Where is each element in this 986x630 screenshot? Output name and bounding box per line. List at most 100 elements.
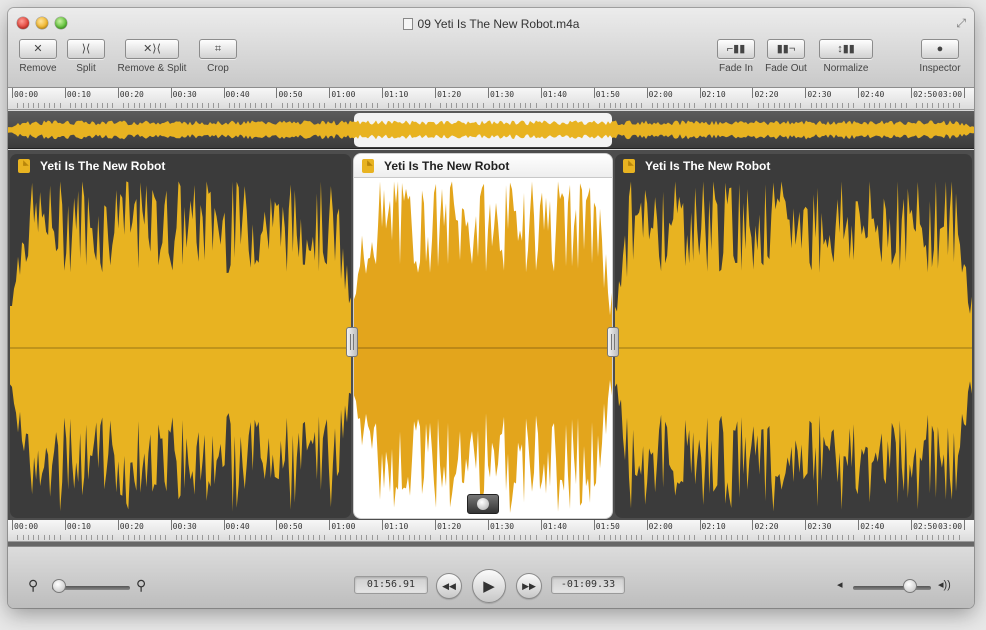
ruler-minor-tick: [472, 103, 474, 108]
volume-slider-track[interactable]: [853, 586, 931, 590]
ruler-minor-tick: [207, 103, 209, 108]
ruler-minor-tick: [339, 103, 341, 108]
overview-waveform-graphic: [8, 113, 974, 147]
ruler-minor-tick: [128, 535, 130, 540]
zoom-slider-thumb[interactable]: [52, 579, 66, 593]
ruler-minor-tick: [493, 103, 495, 108]
ruler-minor-tick: [366, 103, 368, 108]
normalize-button[interactable]: ↕▮▮: [819, 39, 873, 59]
ruler-minor-tick: [440, 535, 442, 540]
ruler-minor-tick: [683, 103, 685, 108]
clip-boundary-handle-right[interactable]: [607, 327, 619, 357]
ruler-major-tick: [170, 88, 172, 98]
ruler-minor-tick: [398, 103, 400, 108]
track-area: Yeti Is The New Robot Yeti Is The New Ro…: [8, 150, 974, 520]
remove-label: Remove: [19, 63, 57, 74]
ruler-minor-tick: [715, 535, 717, 540]
ruler-minor-tick: [900, 535, 902, 540]
zoom-out-icon[interactable]: ⚲: [28, 577, 38, 594]
ruler-minor-tick: [313, 535, 315, 540]
ruler-minor-tick: [228, 103, 230, 108]
ruler-minor-tick: [731, 535, 733, 540]
ruler-minor-tick: [17, 535, 19, 540]
ruler-minor-tick: [525, 103, 527, 108]
zoom-in-icon[interactable]: ⚲: [136, 577, 146, 594]
ruler-tick-label: 00:10: [66, 522, 91, 531]
ruler-minor-tick: [837, 535, 839, 540]
rewind-button[interactable]: ◀◀: [436, 573, 462, 599]
ruler-minor-tick: [308, 535, 310, 540]
ruler-minor-tick: [112, 535, 114, 540]
ruler-minor-tick: [398, 535, 400, 540]
remove-button[interactable]: ✕: [19, 39, 57, 59]
current-time-display: 01:56.91: [354, 576, 428, 594]
remove-tool: ✕ Remove: [16, 39, 60, 74]
ruler-minor-tick: [763, 103, 765, 108]
ruler-major-tick: [329, 88, 331, 98]
ruler-minor-tick: [815, 535, 817, 540]
ruler-minor-tick: [503, 535, 505, 540]
ruler-minor-tick: [160, 535, 162, 540]
ruler-minor-tick: [651, 103, 653, 108]
ruler-minor-tick: [731, 103, 733, 108]
ruler-minor-tick: [86, 535, 88, 540]
ruler-minor-tick: [70, 535, 72, 540]
ruler-minor-tick: [86, 103, 88, 108]
ruler-minor-tick: [726, 103, 727, 108]
ruler-minor-tick: [371, 103, 373, 108]
ruler-tick-label: 00:00: [14, 522, 39, 531]
timeline-ruler-top[interactable]: 00:00 00:10 00:20 00:30 00:40 00:50 01:00 01:10…: [8, 88, 974, 110]
crop-button[interactable]: ⌗: [199, 39, 237, 59]
ruler-major-tick: [329, 520, 331, 530]
ruler-minor-tick: [657, 535, 659, 540]
ruler-minor-tick: [181, 535, 183, 540]
ruler-minor-tick: [763, 535, 765, 540]
ruler-minor-tick: [588, 535, 590, 540]
ruler-minor-tick: [710, 535, 712, 540]
clip-title: Yeti Is The New Robot: [384, 158, 510, 173]
ruler-major-tick: [170, 520, 172, 530]
audio-clip-3[interactable]: Yeti Is The New Robot: [615, 154, 972, 518]
clip-volume-knob[interactable]: [467, 494, 499, 514]
ruler-minor-tick: [736, 103, 738, 108]
ruler-minor-tick: [794, 103, 796, 108]
ruler-minor-tick: [138, 103, 140, 108]
ruler-minor-tick: [530, 103, 532, 108]
ruler-minor-tick: [757, 535, 759, 540]
split-button[interactable]: ⟩⟨: [67, 39, 105, 59]
fade-out-button[interactable]: ▮▮¬: [767, 39, 805, 59]
ruler-minor-tick: [165, 535, 167, 540]
ruler-major-tick: [435, 520, 437, 530]
ruler-minor-tick: [551, 103, 553, 108]
ruler-minor-tick: [757, 103, 759, 108]
ruler-tick-label: 02:40: [860, 522, 885, 531]
remove-split-button[interactable]: ✕⟩⟨: [125, 39, 179, 59]
ruler-minor-tick: [577, 103, 579, 108]
fade-in-button[interactable]: ⌐▮▮: [717, 39, 755, 59]
ruler-tick-label: 01:20: [437, 90, 462, 99]
ruler-major-tick: [593, 520, 595, 530]
ruler-minor-tick: [784, 535, 786, 540]
ruler-minor-tick: [942, 535, 944, 540]
ruler-minor-tick: [900, 103, 902, 108]
ruler-minor-tick: [741, 535, 743, 540]
ruler-minor-tick: [191, 535, 193, 540]
ruler-tick-label: 02:30: [807, 522, 832, 531]
ruler-minor-tick: [667, 535, 669, 540]
fade-out-tool: ▮▮¬ Fade Out: [764, 39, 808, 74]
ruler-major-tick: [223, 520, 225, 530]
fullscreen-icon[interactable]: ⤢: [956, 16, 966, 31]
overview-waveform[interactable]: [8, 111, 974, 149]
timeline-ruler-bottom[interactable]: 00:00 00:10 00:20 00:30 00:40 00:50 01:00 01:10…: [8, 520, 974, 542]
clip-boundary-handle-left[interactable]: [346, 327, 358, 357]
play-button[interactable]: ▶: [472, 569, 506, 603]
inspector-button[interactable]: ●: [921, 39, 959, 59]
ruler-tick-label: 00:50: [278, 90, 303, 99]
fast-forward-button[interactable]: ▶▶: [516, 573, 542, 599]
ruler-minor-tick: [905, 103, 907, 108]
volume-slider-thumb[interactable]: [902, 579, 917, 593]
audio-clip-2-selected[interactable]: Yeti Is The New Robot: [354, 154, 612, 518]
ruler-minor-tick: [376, 535, 378, 540]
audio-clip-1[interactable]: Yeti Is The New Robot: [10, 154, 351, 518]
ruler-minor-tick: [926, 103, 928, 108]
